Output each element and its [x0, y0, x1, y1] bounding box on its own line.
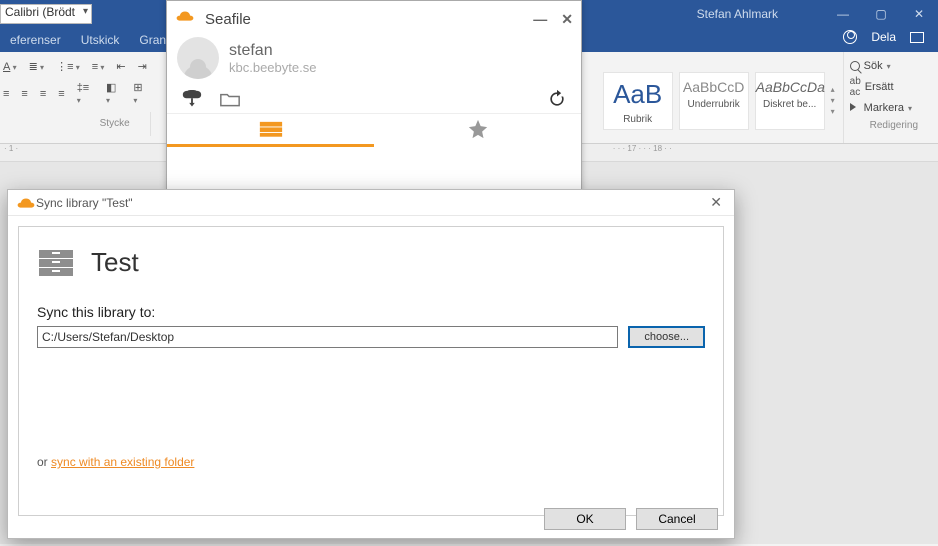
word-minimize-button[interactable]: — [824, 0, 862, 28]
dialog-close-button[interactable]: ✕ [706, 194, 726, 211]
seafile-close-button[interactable]: ✕ [561, 11, 573, 28]
word-maximize-button[interactable]: ▢ [862, 0, 900, 28]
choose-button[interactable]: choose... [628, 326, 705, 348]
word-close-button[interactable]: ✕ [900, 0, 938, 28]
seafile-toolbar [167, 83, 581, 113]
account-username: stefan [229, 42, 316, 60]
style-diskret[interactable]: AaBbCcDa Diskret be... [755, 72, 825, 130]
multilevel-button[interactable]: ≡ [89, 59, 108, 75]
select-button[interactable]: Markera▾ [850, 100, 938, 116]
replace-button[interactable]: abacErsätt [850, 74, 938, 100]
word-user-name: Stefan Ahlmark [697, 7, 778, 21]
seafile-window: Seafile — ✕ stefan kbc.beebyte.se [166, 0, 582, 192]
replace-icon: abac [850, 76, 861, 98]
editing-group: Sök▾ abacErsätt Markera▾ Redigering [843, 52, 938, 143]
align-left-button[interactable]: ≡ [0, 86, 12, 102]
tab-referenser[interactable]: eferenser [0, 29, 71, 52]
folder-icon[interactable] [219, 91, 241, 107]
dialog-titlebar[interactable]: Sync library "Test" ✕ [8, 190, 734, 216]
share-area: Dela [843, 30, 924, 44]
align-justify-button[interactable]: ≡ [55, 86, 67, 102]
styles-scroll[interactable]: ▴▾▾ [831, 85, 843, 116]
seafile-tabs [167, 113, 581, 147]
paragraph-group-label: Stycke [0, 112, 151, 136]
tab-starred[interactable] [374, 114, 581, 147]
style-underrubrik[interactable]: AaBbCcD Underrubrik [679, 72, 749, 130]
cloud-download-icon[interactable] [181, 90, 203, 108]
align-center-button[interactable]: ≡ [18, 86, 30, 102]
font-picker[interactable]: Calibri (Brödt [0, 4, 92, 24]
style-sample: AaB [604, 79, 672, 110]
dialog-button-row: OK Cancel [544, 508, 718, 530]
style-label: Diskret be... [756, 99, 824, 110]
avatar [177, 37, 219, 79]
library-name: Test [91, 247, 139, 278]
seafile-account-row[interactable]: stefan kbc.beebyte.se [167, 37, 581, 83]
line-spacing-button[interactable]: ‡≡ [74, 80, 97, 108]
font-color-button[interactable]: A [0, 59, 20, 75]
seafile-title: Seafile [205, 11, 251, 28]
sync-library-dialog: Sync library "Test" ✕ Test Sync this lib… [7, 189, 735, 539]
seafile-logo-icon [16, 196, 30, 210]
tab-utskick[interactable]: Utskick [71, 29, 130, 52]
word-window-buttons: — ▢ ✕ [824, 0, 938, 28]
editing-group-label: Redigering [850, 120, 938, 131]
ribbon-paragraph-group: A ≣ ⋮≡ ≡ ⇤ ⇥ ≡ ≡ ≡ ≡ ‡≡ ◧ ⊞ Stycke [0, 52, 157, 143]
user-icon [843, 30, 857, 44]
style-sample: AaBbCcDa [756, 79, 824, 95]
style-label: Underrubrik [680, 99, 748, 110]
cancel-button[interactable]: Cancel [636, 508, 718, 530]
indent-left-button[interactable]: ⇤ [113, 58, 128, 75]
seafile-logo-icon [175, 9, 195, 29]
tab-libraries[interactable] [167, 114, 374, 147]
indent-right-button[interactable]: ⇥ [135, 58, 150, 75]
refresh-icon[interactable] [547, 89, 567, 109]
sync-existing-link[interactable]: sync with an existing folder [51, 455, 194, 469]
dialog-body: Test Sync this library to: choose... or … [18, 226, 724, 516]
search-icon [850, 61, 860, 71]
bullets-button[interactable]: ≣ [26, 58, 47, 75]
alt-sync-row: or sync with an existing folder [37, 455, 194, 469]
dialog-title: Sync library "Test" [36, 196, 133, 210]
style-rubrik[interactable]: AaB Rubrik [603, 72, 673, 130]
library-icon [37, 248, 75, 278]
shading-button[interactable]: ◧ [103, 79, 124, 108]
star-icon [467, 118, 489, 140]
comment-icon[interactable] [910, 32, 924, 43]
or-text: or [37, 455, 51, 469]
sync-to-label: Sync this library to: [37, 304, 705, 320]
numbering-button[interactable]: ⋮≡ [53, 58, 83, 75]
style-label: Rubrik [604, 114, 672, 125]
share-button[interactable]: Dela [871, 30, 896, 44]
account-host: kbc.beebyte.se [229, 60, 316, 75]
sync-path-input[interactable] [37, 326, 618, 348]
ruler-left: · 1 · [4, 144, 18, 153]
drawer-icon [258, 120, 284, 138]
seafile-titlebar[interactable]: Seafile — ✕ [167, 1, 581, 37]
seafile-minimize-button[interactable]: — [533, 11, 547, 28]
align-right-button[interactable]: ≡ [37, 86, 49, 102]
find-button[interactable]: Sök▾ [850, 58, 938, 74]
ok-button[interactable]: OK [544, 508, 626, 530]
select-icon [850, 103, 860, 113]
borders-button[interactable]: ⊞ [130, 79, 150, 108]
ruler-right: · · · 17 · · · 18 · · [613, 144, 672, 153]
style-sample: AaBbCcD [680, 79, 748, 95]
